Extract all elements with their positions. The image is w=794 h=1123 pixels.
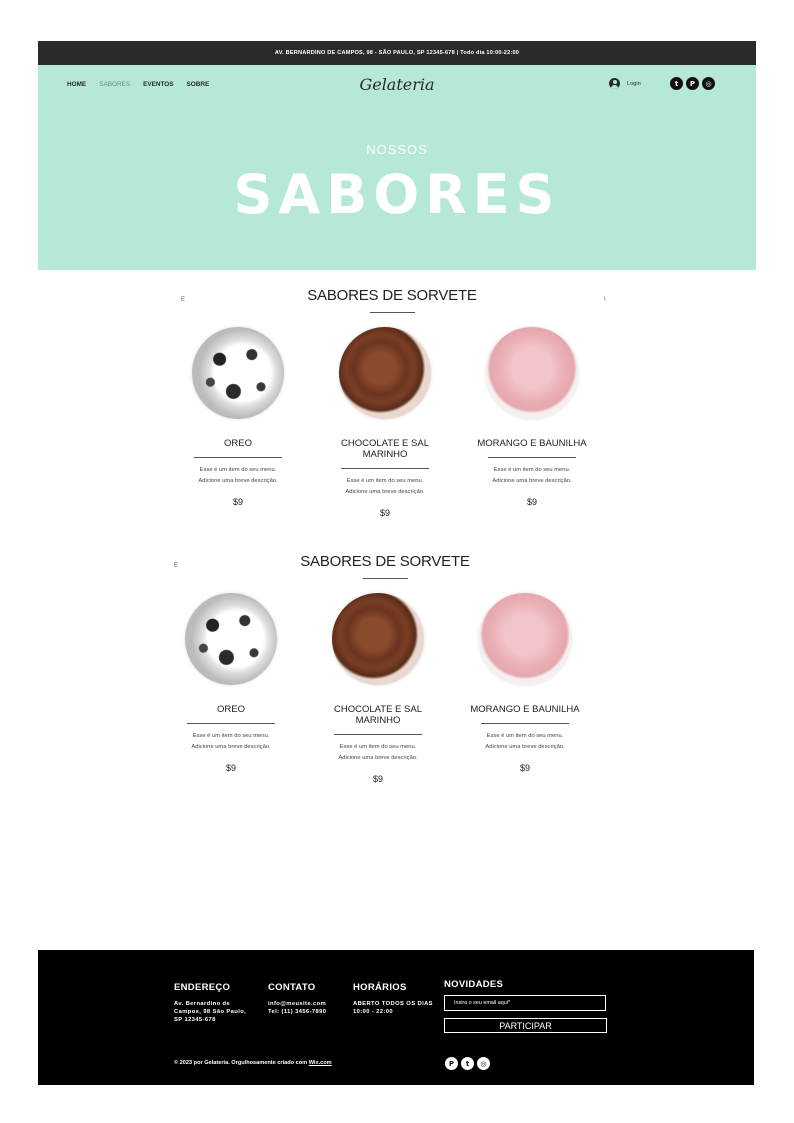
divider — [341, 468, 429, 469]
email-link[interactable]: info@meusite.com — [268, 1000, 326, 1008]
top-info-bar: AV. BERNARDINO DE CAMPOS, 98 - SÃO PAULO… — [38, 41, 756, 65]
twitter-icon[interactable]: t — [461, 1057, 474, 1070]
hero-banner: HOME SABORES EVENTOS SOBRE Gelateria Log… — [38, 65, 756, 270]
divider — [488, 457, 576, 458]
menu-title: SABORES DE SORVETE — [300, 553, 470, 570]
contact-text: info@meusite.com Tel: (11) 3456-7890 — [268, 1000, 326, 1016]
copyright-text: © 2023 por Gelateria. Orgulhosamente cri… — [174, 1060, 309, 1066]
item-description: Esse é um item do seu menu. Adicione uma… — [338, 744, 418, 761]
hours-line: 10:00 - 22:00 — [353, 1009, 394, 1015]
item-description: Esse é um item do seu menu. Adicione uma… — [191, 733, 271, 750]
user-avatar-icon — [609, 78, 620, 89]
social-bar-footer: P t ◎ — [445, 1057, 490, 1070]
address-line: Campos, 98 São Paulo, — [174, 1009, 247, 1015]
menu-item: OREO Esse é um item do seu menu. Adicion… — [182, 327, 294, 518]
subscribe-button[interactable]: PARTICIPAR — [444, 1018, 607, 1033]
pinterest-icon[interactable]: P — [445, 1057, 458, 1070]
stray-text-left: E — [174, 563, 179, 569]
menu-section: E I SABORES DE SORVETE OREO Esse é um it… — [181, 287, 606, 518]
instagram-icon[interactable]: ◎ — [477, 1057, 490, 1070]
item-price: $9 — [526, 497, 537, 507]
item-description: Esse é um item do seu menu. Adicione uma… — [198, 467, 278, 484]
hours-text: ABERTO TODOS OS DIAS 10:00 - 22:00 — [353, 1000, 433, 1016]
item-description: Esse é um item do seu menu. Adicione uma… — [485, 733, 565, 750]
login-label: Login — [627, 80, 641, 87]
item-price: $9 — [225, 763, 236, 773]
twitter-icon[interactable]: t — [670, 77, 683, 90]
item-name: CHOCOLATE E SAL MARINHO — [334, 704, 422, 726]
divider — [334, 734, 422, 735]
hero-subtitle: NOSSOS — [366, 142, 428, 157]
social-bar-header: t P ◎ — [670, 77, 715, 90]
menu-item: CHOCOLATE E SAL MARINHO Esse é um item d… — [329, 327, 441, 518]
item-name: CHOCOLATE E SAL MARINHO — [341, 438, 429, 460]
footer-address: ENDEREÇO Av. Bernardino de Campos, 98 Sã… — [174, 982, 246, 1024]
chocolate-ice-cream-image — [332, 593, 424, 685]
address-text: Av. Bernardino de Campos, 98 São Paulo, … — [174, 1000, 246, 1024]
item-price: $9 — [519, 763, 530, 773]
oreo-ice-cream-image — [185, 593, 277, 685]
menu-section: E SABORES DE SORVETE OREO Esse é um item… — [174, 553, 595, 784]
stray-text-left: E — [181, 297, 186, 303]
footer-newsletter: NOVIDADES — [444, 979, 503, 990]
oreo-ice-cream-image — [192, 327, 284, 419]
item-name: OREO — [224, 438, 252, 449]
pinterest-icon[interactable]: P — [686, 77, 699, 90]
footer-heading: CONTATO — [268, 982, 316, 993]
footer-heading: NOVIDADES — [444, 979, 504, 990]
address-line: Av. Bernardino de — [174, 1001, 231, 1007]
menu-item: MORANGO E BAUNILHA Esse é um item do seu… — [476, 327, 588, 518]
newsletter-email-input[interactable] — [444, 995, 606, 1011]
divider — [362, 578, 408, 579]
divider — [481, 723, 569, 724]
menu-title: SABORES DE SORVETE — [307, 287, 477, 304]
phone-text: Tel: (11) 3456-7890 — [268, 1009, 327, 1015]
copyright: © 2023 por Gelateria. Orgulhosamente cri… — [174, 1060, 332, 1066]
divider — [194, 457, 282, 458]
chocolate-ice-cream-image — [339, 327, 431, 419]
item-name: MORANGO E BAUNILHA — [470, 704, 580, 715]
item-description: Esse é um item do seu menu. Adicione uma… — [345, 478, 425, 495]
footer-heading: HORÁRIOS — [353, 982, 407, 993]
footer-hours: HORÁRIOS ABERTO TODOS OS DIAS 10:00 - 22… — [353, 982, 433, 1016]
wix-link[interactable]: Wix.com — [309, 1060, 332, 1066]
footer-heading: ENDEREÇO — [174, 982, 231, 993]
strawberry-ice-cream-image — [486, 327, 578, 419]
strawberry-ice-cream-image — [479, 593, 571, 685]
site-logo[interactable]: Gelateria — [38, 75, 756, 94]
instagram-icon[interactable]: ◎ — [702, 77, 715, 90]
item-description: Esse é um item do seu menu. Adicione uma… — [492, 467, 572, 484]
login-button[interactable]: Login — [609, 78, 641, 89]
item-name: MORANGO E BAUNILHA — [477, 438, 587, 449]
hours-line: ABERTO TODOS OS DIAS — [353, 1001, 433, 1007]
item-price: $9 — [232, 497, 243, 507]
stray-text-right: I — [604, 297, 606, 303]
menu-item: MORANGO E BAUNILHA Esse é um item do seu… — [469, 593, 581, 784]
item-price: $9 — [372, 774, 383, 784]
menu-item: CHOCOLATE E SAL MARINHO Esse é um item d… — [322, 593, 434, 784]
menu-item: OREO Esse é um item do seu menu. Adicion… — [175, 593, 287, 784]
site-footer: ENDEREÇO Av. Bernardino de Campos, 98 Sã… — [38, 950, 754, 1085]
item-price: $9 — [379, 508, 390, 518]
footer-contact: CONTATO info@meusite.com Tel: (11) 3456-… — [268, 982, 326, 1016]
address-hours-text: AV. BERNARDINO DE CAMPOS, 98 - SÃO PAULO… — [274, 50, 520, 56]
divider — [187, 723, 275, 724]
item-name: OREO — [217, 704, 245, 715]
divider — [369, 312, 415, 313]
address-line: SP 12345-678 — [174, 1017, 216, 1023]
hero-title: SABORES — [233, 163, 561, 226]
